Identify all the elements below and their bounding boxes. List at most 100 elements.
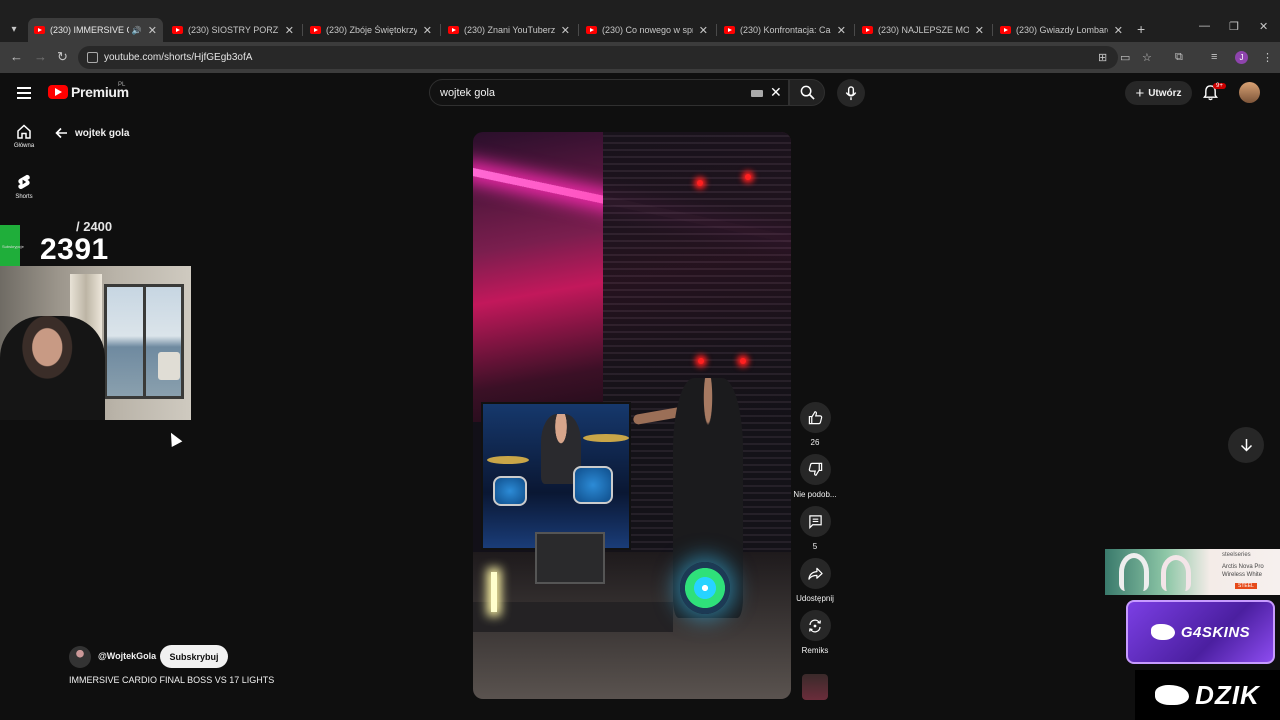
like-circle — [799, 402, 831, 433]
close-tab-icon[interactable]: ✕ — [561, 24, 570, 37]
tab-immersive-cardio[interactable]: (230) IMMERSIVE CAR 🔊 ✕ — [28, 18, 163, 42]
youtube-favicon-icon — [586, 26, 597, 34]
thumbs-down-icon — [808, 462, 822, 476]
subscribe-button[interactable]: Subskrybuj — [160, 645, 228, 668]
close-tab-icon[interactable]: ✕ — [148, 24, 157, 37]
cast-icon[interactable]: ▭ — [1120, 51, 1130, 64]
close-tab-icon[interactable]: ✕ — [837, 24, 846, 37]
close-tab-icon[interactable]: ✕ — [1114, 24, 1123, 37]
guide-shorts-label: Shorts — [15, 194, 33, 200]
tab-title: (230) Zbóje Świętokrzyscy — [326, 25, 417, 35]
close-tab-icon[interactable]: ✕ — [699, 24, 708, 37]
keyboard-icon[interactable] — [751, 90, 763, 97]
tab-znani-youtuberzy[interactable]: (230) Znani YouTuberzy z ✕ — [442, 18, 576, 42]
reload-icon[interactable]: ↻ — [57, 49, 68, 65]
tab-co-nowego[interactable]: (230) Co nowego w sprze ✕ — [580, 18, 714, 42]
dislike-button[interactable]: Nie podob... — [789, 454, 841, 499]
forward-nav-icon[interactable]: → — [34, 49, 47, 64]
home-icon — [17, 124, 31, 139]
guide-item-home[interactable]: Główna — [0, 124, 48, 149]
shorts-video-player[interactable] — [473, 132, 791, 699]
headphones-icon — [1161, 555, 1191, 591]
close-tab-icon[interactable]: ✕ — [423, 24, 432, 37]
search-button[interactable] — [789, 79, 825, 106]
youtube-premium-logo[interactable]: Premium PL — [48, 82, 129, 100]
sound-channel-thumbnail[interactable] — [802, 674, 828, 700]
tab-title: (230) NAJLEPSZE MOMEN — [878, 25, 969, 35]
short-title[interactable]: IMMERSIVE CARDIO FINAL BOSS VS 17 LIGHTS — [69, 675, 274, 685]
boar-logo-icon — [1155, 685, 1190, 705]
webcam-chair — [158, 352, 180, 380]
remix-label: Remiks — [801, 646, 829, 655]
create-button[interactable]: + Utwórz — [1125, 81, 1192, 105]
bookmark-star-icon[interactable]: ☆ — [1142, 51, 1152, 64]
region-code: PL — [118, 82, 126, 88]
share-icon — [807, 567, 823, 580]
tab-search-button[interactable]: ▾ — [4, 19, 24, 39]
remix-button[interactable]: Remiks — [789, 610, 841, 655]
new-tab-button[interactable]: + — [1137, 21, 1145, 37]
g4skins-sponsor-banner: G4SKINS — [1126, 600, 1275, 664]
steelseries-product-line1: Arctis Nova Pro — [1222, 564, 1264, 570]
tab-gwiazdy-lombardu[interactable]: (230) Gwiazdy Lombardu ✕ — [994, 18, 1129, 42]
restore-icon[interactable]: ❐ — [1229, 20, 1239, 33]
guide-item-shorts[interactable]: Shorts — [0, 174, 48, 200]
clear-search-icon[interactable]: ✕ — [770, 84, 782, 101]
next-short-button[interactable] — [1228, 427, 1264, 463]
back-nav-icon[interactable]: ← — [10, 49, 23, 64]
tab-title: (230) Znani YouTuberzy z — [464, 25, 555, 35]
back-to-search[interactable]: wojtek gola — [55, 127, 129, 139]
video-scene-red-light — [745, 174, 751, 180]
microphone-icon — [845, 85, 857, 100]
close-window-icon[interactable]: ✕ — [1259, 20, 1268, 33]
site-info-icon[interactable] — [87, 52, 98, 63]
like-count: 26 — [810, 438, 820, 447]
steelseries-sponsor-banner: steelseries Arctis Nova Pro Wireless Whit… — [1105, 549, 1280, 595]
steelseries-product: Arctis Nova Pro Wireless White — [1222, 563, 1264, 579]
tab-title: (230) IMMERSIVE CAR — [50, 25, 129, 35]
video-scene-lamp — [491, 572, 497, 612]
search-input[interactable]: wojtek gola — [440, 87, 495, 99]
address-bar[interactable]: youtube.com/shorts/HjfGEgb3ofA ⊞ ▭ ☆ — [78, 46, 1152, 69]
shorts-icon — [18, 174, 30, 189]
remix-icon — [809, 619, 821, 632]
like-button[interactable]: 26 — [789, 402, 841, 447]
speaker-icon[interactable]: 🔊 — [132, 26, 142, 35]
tab-zboje[interactable]: (230) Zbóje Świętokrzyscy ✕ — [304, 18, 438, 42]
dzik-label: DZIK — [1195, 679, 1260, 710]
goal-current-count: 2391 — [40, 233, 109, 266]
share-button[interactable]: Udostępnij — [789, 558, 841, 603]
media-controls-icon[interactable]: ≡ — [1211, 51, 1217, 63]
more-menu-icon[interactable]: ⋮ — [1262, 51, 1273, 64]
account-avatar[interactable] — [1239, 82, 1260, 103]
tab-najlepsze-momenty[interactable]: (230) NAJLEPSZE MOMEN ✕ — [856, 18, 990, 42]
search-box[interactable]: wojtek gola ✕ — [429, 79, 789, 106]
minimize-icon[interactable]: — — [1199, 20, 1210, 32]
browser-profile-avatar[interactable]: J — [1235, 51, 1248, 64]
address-url[interactable]: youtube.com/shorts/HjfGEgb3ofA — [104, 52, 252, 63]
youtube-favicon-icon — [448, 26, 459, 34]
tab-konfrontacja[interactable]: (230) Konfrontacja: Came ✕ — [718, 18, 852, 42]
voice-search-button[interactable] — [837, 79, 865, 107]
video-scene-red-light — [740, 358, 746, 364]
remix-circle — [799, 610, 831, 641]
channel-handle[interactable]: @WojtekGola — [98, 651, 156, 661]
plus-icon: + — [1135, 84, 1145, 102]
close-tab-icon[interactable]: ✕ — [975, 24, 984, 37]
tab-title: (230) Co nowego w sprze — [602, 25, 693, 35]
guide-menu-icon[interactable] — [17, 87, 31, 99]
tv-drum — [493, 476, 527, 506]
tab-separator — [578, 24, 579, 36]
arrow-down-icon — [1240, 439, 1252, 452]
search-icon — [800, 85, 815, 100]
channel-avatar[interactable] — [69, 646, 91, 668]
translate-icon[interactable]: ⊞ — [1098, 51, 1107, 64]
comments-button[interactable]: 5 — [789, 506, 841, 551]
youtube-favicon-icon — [1000, 26, 1011, 34]
notifications-badge: 9+ — [1213, 83, 1226, 89]
close-tab-icon[interactable]: ✕ — [285, 24, 294, 37]
youtube-favicon-icon — [34, 26, 45, 34]
tab-siostry[interactable]: (230) SIOSTRY PORZUCE ✕ — [166, 18, 300, 42]
extensions-icon[interactable]: ⧉ — [1175, 51, 1183, 64]
video-scene-flight-case — [535, 532, 605, 584]
